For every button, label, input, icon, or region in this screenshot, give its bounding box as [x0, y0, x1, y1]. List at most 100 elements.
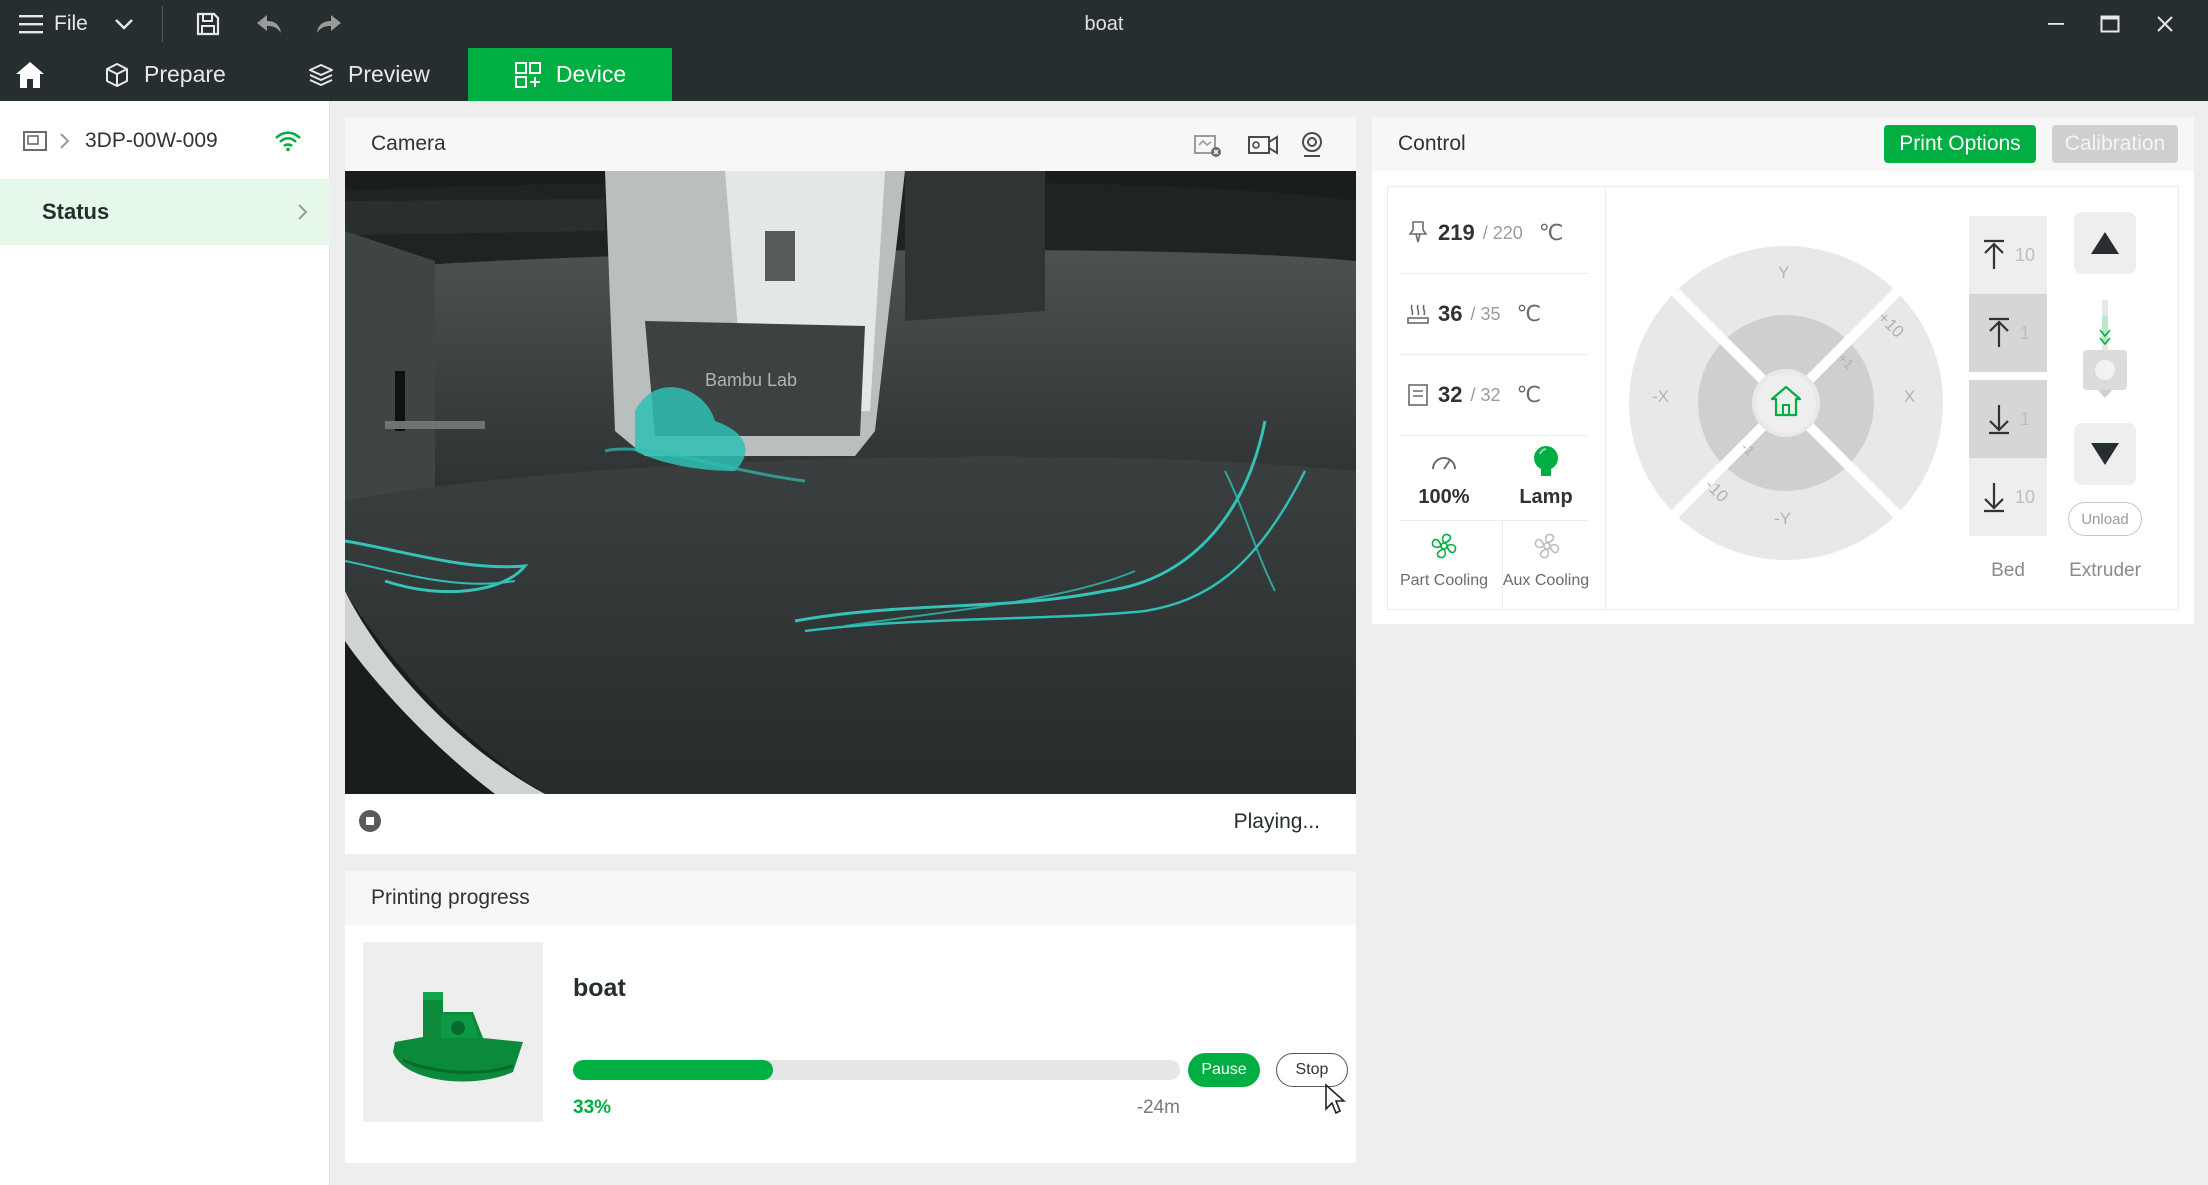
tab-preview-label: Preview	[348, 61, 430, 87]
lamp-label: Lamp	[1519, 486, 1573, 508]
layers-icon	[309, 63, 333, 86]
aux-cooling-fan-button[interactable]: Aux Cooling	[1498, 528, 1594, 598]
sidebar-item-status[interactable]: Status	[0, 179, 330, 245]
save-button[interactable]	[192, 8, 224, 40]
fan-icon	[1431, 533, 1457, 559]
camera-feed-image: Bambu Lab	[345, 171, 1356, 794]
bed-down-10-button[interactable]: 10	[1969, 458, 2047, 536]
divider	[1400, 273, 1588, 274]
redo-icon	[317, 15, 341, 33]
playback-status: Playing...	[1233, 810, 1320, 833]
sidebar-item-status-label: Status	[42, 199, 110, 224]
nozzle-temp-current: 219	[1438, 220, 1475, 245]
bed-up-1-button[interactable]: 1	[1969, 294, 2047, 372]
job-name: boat	[573, 974, 626, 1002]
speed-value: 100%	[1418, 486, 1470, 508]
progress-title: Printing progress	[345, 871, 1356, 925]
title-bar: File boat	[0, 0, 2208, 48]
jog-x-plus-label: X	[1904, 387, 1916, 406]
divider	[1400, 520, 1588, 521]
stop-stream-button[interactable]	[359, 810, 381, 832]
progress-percent: 33%	[573, 1097, 612, 1118]
home-axes-button[interactable]	[1768, 383, 1804, 419]
undo-button[interactable]	[253, 8, 285, 40]
bed-down-1-button[interactable]: 1	[1969, 380, 2047, 458]
stop-button[interactable]: Stop	[1276, 1053, 1348, 1087]
device-name: 3DP-00W-009	[85, 129, 218, 152]
chevron-down-icon	[115, 19, 133, 30]
webcam-button[interactable]	[1298, 130, 1326, 158]
wifi-icon	[275, 131, 301, 152]
triangle-down-icon	[2091, 443, 2119, 465]
redo-button[interactable]	[313, 8, 345, 40]
maximize-button[interactable]	[2094, 8, 2126, 40]
undo-icon	[257, 15, 281, 33]
tab-prepare-label: Prepare	[144, 61, 226, 87]
heatbed-icon	[1407, 304, 1429, 324]
bed-down-10-label: 10	[2014, 486, 2036, 507]
calibration-button[interactable]: Calibration	[2052, 125, 2178, 163]
speed-control[interactable]: 100%	[1404, 446, 1484, 516]
close-button[interactable]	[2149, 8, 2181, 40]
tab-device-label: Device	[555, 61, 627, 87]
fan-icon	[1534, 533, 1560, 559]
chamber-icon	[1408, 384, 1428, 406]
device-selector[interactable]: 3DP-00W-009	[0, 119, 330, 163]
printer-icon	[23, 131, 47, 151]
bed-label: Bed	[1991, 560, 2025, 581]
chamber-temp-unit: ℃	[1516, 382, 1542, 407]
triangle-up-icon	[2091, 232, 2119, 254]
sdcard-button[interactable]	[1193, 131, 1223, 159]
extruder-label: Extruder	[2069, 560, 2141, 581]
jog-x-minus-label: -X	[1652, 387, 1669, 406]
record-button[interactable]	[1247, 132, 1279, 158]
device-sidebar: 3DP-00W-009 Status	[0, 101, 330, 1185]
part-cooling-fan-button[interactable]: Part Cooling	[1396, 528, 1492, 598]
bed-up-1-label: 1	[2019, 322, 2030, 343]
camera-feed[interactable]: Bambu Lab	[345, 171, 1356, 794]
file-menu-label: File	[54, 12, 88, 35]
nozzle-temp-row[interactable]: 219 / 220 ℃	[1406, 203, 1586, 263]
hamburger-icon	[19, 15, 43, 34]
control-divider	[1605, 186, 1606, 610]
unload-button[interactable]: Unload	[2068, 502, 2142, 536]
part-cooling-label: Part Cooling	[1399, 572, 1489, 589]
jog-pad[interactable]: Y -Y X -X +10 +1 -1 -10	[1628, 245, 1944, 561]
progress-bar	[573, 1060, 1180, 1080]
tab-device[interactable]: Device	[468, 48, 672, 101]
maximize-icon	[2100, 15, 2120, 33]
progress-bar-fill	[573, 1060, 774, 1080]
arrow-up-icon	[1988, 317, 2009, 347]
nozzle-icon	[1408, 221, 1428, 243]
job-thumbnail	[363, 942, 543, 1122]
arrow-down-icon	[1983, 483, 2004, 513]
print-options-button[interactable]: Print Options	[1884, 125, 2036, 163]
nozzle-temp-target: / 220	[1482, 222, 1523, 243]
cube-icon	[106, 62, 128, 87]
toolbar-divider	[162, 6, 163, 42]
dropdown-button[interactable]	[108, 8, 140, 40]
tab-prepare[interactable]: Prepare	[104, 48, 226, 101]
video-camera-icon	[1248, 135, 1278, 155]
minimize-button[interactable]	[2040, 8, 2072, 40]
home-icon	[16, 61, 44, 88]
aux-cooling-label: Aux Cooling	[1502, 572, 1590, 589]
bed-up-10-button[interactable]: 10	[1969, 216, 2047, 294]
bed-down-1-label: 1	[2019, 408, 2030, 429]
tab-home[interactable]	[0, 48, 60, 101]
extrude-down-button[interactable]	[2074, 423, 2136, 485]
device-icon	[514, 61, 541, 88]
extrude-up-button[interactable]	[2074, 212, 2136, 274]
bed-temp-unit: ℃	[1516, 301, 1542, 326]
tab-bar: Prepare Preview Device	[0, 48, 2208, 101]
boat-model-image	[393, 992, 523, 1082]
save-icon	[196, 12, 220, 36]
nozzle-temp-unit: ℃	[1538, 220, 1564, 245]
lamp-toggle[interactable]: Lamp	[1506, 442, 1586, 516]
tab-preview[interactable]: Preview	[308, 48, 430, 101]
minimize-icon	[2048, 23, 2064, 25]
arrow-down-icon	[1988, 405, 2009, 435]
file-menu[interactable]: File	[18, 8, 88, 40]
bed-temp-row[interactable]: 36 / 35 ℃	[1406, 284, 1586, 344]
pause-button[interactable]: Pause	[1188, 1053, 1260, 1087]
